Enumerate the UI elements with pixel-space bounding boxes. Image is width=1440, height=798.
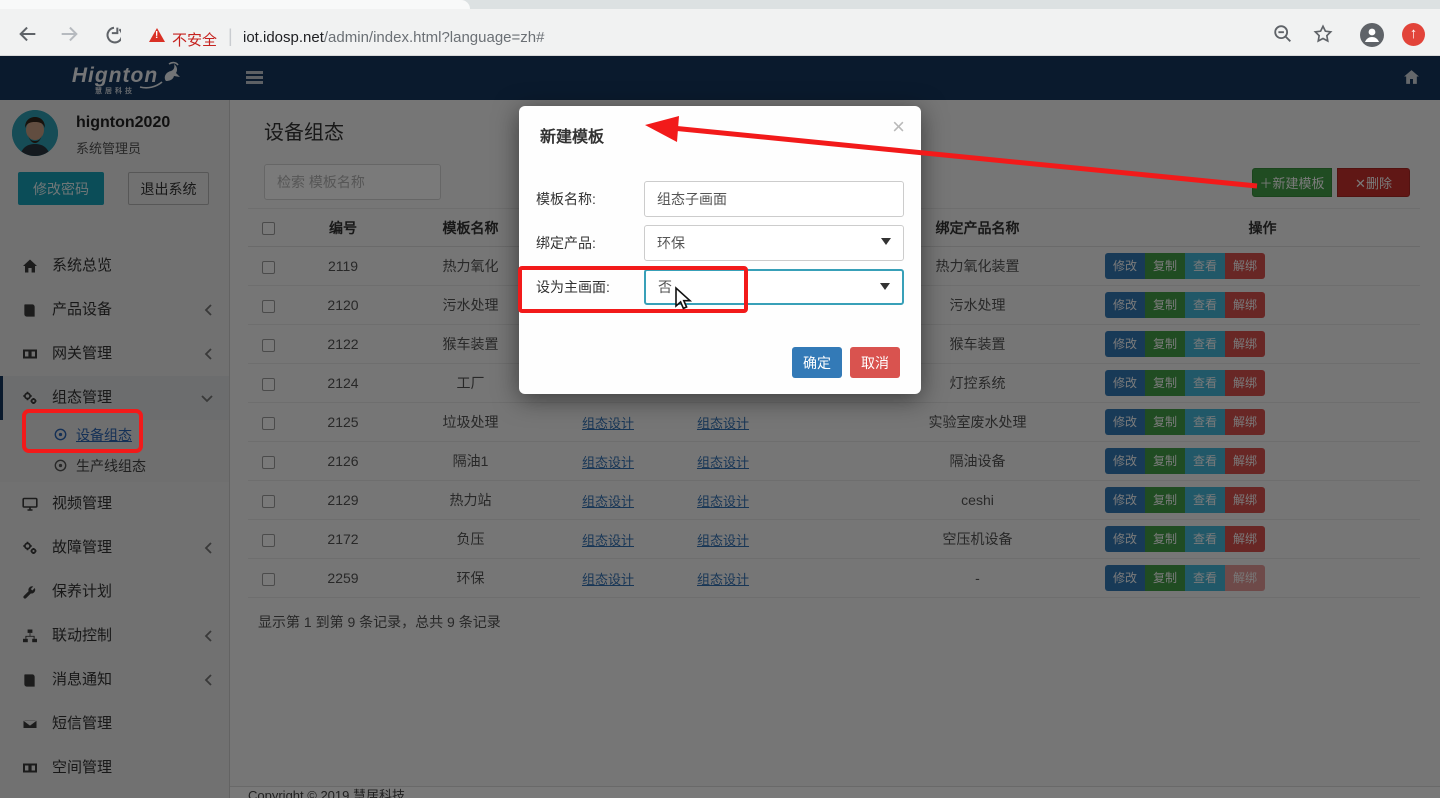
security-warning-icon[interactable]: !: [149, 28, 165, 42]
reload-icon[interactable]: [99, 23, 121, 45]
back-icon[interactable]: [17, 23, 39, 45]
browser-chrome: ! 不安全 | iot.idosp.net/admin/index.html?l…: [0, 0, 1440, 56]
main-screen-label: 设为主画面:: [536, 269, 642, 305]
ok-button[interactable]: 确定: [792, 347, 842, 378]
zoom-out-icon[interactable]: [1272, 23, 1294, 45]
bind-product-select[interactable]: 环保: [644, 225, 904, 261]
browser-update-icon[interactable]: ↑: [1402, 23, 1425, 46]
bind-product-label: 绑定产品:: [536, 225, 642, 261]
modal-title: 新建模板: [540, 123, 604, 147]
address-separator: |: [228, 26, 233, 47]
new-template-modal: 新建模板 × 模板名称: 绑定产品: 环保 设为主画面: 否 确定 取消: [519, 106, 921, 394]
browser-profile-icon[interactable]: [1360, 23, 1384, 47]
browser-toolbar: ! 不安全 | iot.idosp.net/admin/index.html?l…: [0, 9, 1440, 56]
main-screen-select[interactable]: 否: [644, 269, 904, 305]
forward-icon[interactable]: [58, 23, 80, 45]
security-warning-label: 不安全: [172, 29, 217, 50]
url-text[interactable]: iot.idosp.net/admin/index.html?language=…: [243, 29, 544, 46]
bookmark-star-icon[interactable]: [1312, 23, 1334, 45]
template-name-input[interactable]: [644, 181, 904, 217]
active-tab[interactable]: [0, 0, 470, 9]
template-name-label: 模板名称:: [536, 181, 642, 217]
chevron-down-icon: [880, 283, 890, 290]
browser-tabstrip: [0, 0, 1440, 9]
cancel-button[interactable]: 取消: [850, 347, 900, 378]
chevron-down-icon: [881, 238, 891, 245]
modal-close-icon[interactable]: ×: [892, 116, 905, 138]
